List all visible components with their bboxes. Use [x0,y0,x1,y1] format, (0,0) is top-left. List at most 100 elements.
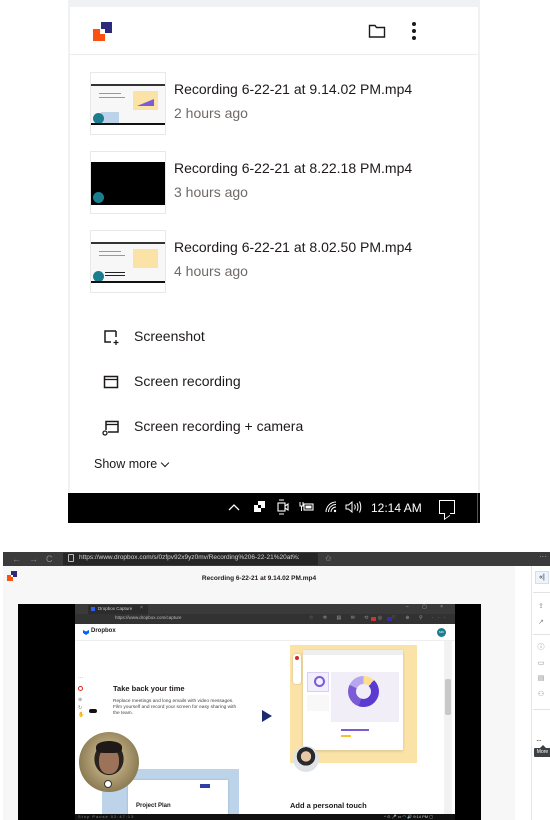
address-bar[interactable]: https://www.dropbox.com/s/0zfpv92x9yz0mv… [63,553,332,565]
dropbox-icon [83,630,89,635]
notification-icon[interactable] [439,500,455,514]
recording-title: Recording 6-22-21 at 9.14.02 PM.mp4 [174,81,413,97]
illustration [290,645,417,772]
donut-chart-graphic [348,676,379,707]
dropbox-brand: Dropbox [91,628,116,634]
screenshot-button[interactable]: Screenshot [102,325,402,349]
close-icon: × [140,605,143,611]
recording-item[interactable]: Recording 6-22-21 at 9.14.02 PM.mp4 2 ho… [90,72,460,136]
screen-recording-icon [102,373,120,391]
battery-icon[interactable] [299,501,315,516]
camera-toggle-icon [104,780,112,788]
recording-time: 4 hours ago [174,263,248,279]
refresh-icon: ↻ [78,705,83,711]
popup-header [70,7,478,55]
lock-icon [68,554,74,562]
screenshot-label: Screenshot [134,328,205,344]
recorded-screen: Dropbox Capture × – ▢ × https://www.drop… [75,604,455,820]
settings-icon: ⊛ [78,697,83,703]
divider [75,640,455,641]
windows-taskbar: 12:14 AM [68,493,480,523]
screen-recording-camera-label: Screen recording + camera [134,418,304,434]
screen-recording-button[interactable]: Screen recording [102,370,402,394]
tooltip-pill [89,709,97,713]
show-more-label: Show more [94,457,158,471]
section-heading: Add a personal touch [290,801,367,810]
taskbar-edge [477,493,478,523]
screen-recording-camera-button[interactable]: Screen recording + camera [102,415,402,439]
recording-item[interactable]: Recording 6-22-21 at 8.22.18 PM.mp4 3 ho… [90,151,460,215]
recording-time: 3 hours ago [174,184,248,200]
recording-title: Recording 6-22-21 at 8.02.50 PM.mp4 [174,239,413,255]
window-controls: – ▢ × [405,604,449,610]
recording-thumbnail [90,230,166,293]
recorded-address-bar: https://www.dropbox.com/capture ☆ ✲ ▤ ✉ … [75,614,455,624]
browser-toolbar: ← → C https://www.dropbox.com/s/0zfpv92x… [3,552,550,566]
info-icon[interactable]: ⓘ [536,643,546,653]
play-icon[interactable] [262,710,272,722]
recorded-taskbar: Stop Pause 02:47:13 ^ ⊙ 🎤 ▭ ◠ 🔊 9:14 PM … [75,814,455,820]
back-button[interactable]: ← [12,553,21,565]
users-icon[interactable]: ⚇ [536,690,546,700]
browser-menu-button[interactable]: ··· [539,552,547,561]
viewer-side-panel: «| ⇪ ↗ ⓘ ▭ ▤ ⚇ ··· More [531,566,550,820]
screenshot-icon [102,328,120,346]
show-more-button[interactable]: Show more [94,457,170,475]
recording-title: Recording 6-22-21 at 8.22.18 PM.mp4 [174,160,413,176]
reload-button[interactable]: C [46,553,53,565]
recorded-tabbar: Dropbox Capture × – ▢ × [75,604,455,614]
record-icon [78,686,83,691]
bars-thumbnail [307,695,329,711]
folder-icon[interactable] [368,23,386,39]
more-tooltip: More [534,745,550,757]
webcam-tray-icon[interactable] [276,499,290,518]
viewer-header: Recording 6-22-21 at 9.14.02 PM.mp4 [3,566,515,594]
tab-label: Dropbox Capture [98,606,133,611]
webcam-bubble [79,732,139,792]
recording-item[interactable]: Recording 6-22-21 at 8.02.50 PM.mp4 4 ho… [90,230,460,294]
capture-screen: Recording 6-22-21 at 9.14.02 PM.mp4 2 ho… [0,0,550,523]
file-title: Recording 6-22-21 at 9.14.02 PM.mp4 [201,575,317,582]
dropbox-capture-logo [93,22,112,41]
tab-favicon [91,607,95,611]
forward-button[interactable]: → [29,553,38,565]
hand-icon: ✋ [78,712,85,718]
more-button[interactable]: ··· [536,736,542,745]
donut-thumbnail [307,672,329,692]
volume-icon[interactable] [345,500,363,516]
taskbar-clock[interactable]: 12:14 AM [371,501,422,515]
browser-window: ← → C https://www.dropbox.com/s/0zfpv92x… [0,552,550,820]
screen-recording-label: Screen recording [134,373,241,389]
video-player[interactable]: Dropbox Capture × – ▢ × https://www.drop… [18,604,481,820]
open-external-icon[interactable]: ↗ [536,618,546,628]
share-badge [200,784,210,788]
person-avatar [293,746,319,772]
collapse-panel-button[interactable]: «| [535,571,549,584]
save-icon[interactable]: ▤ [536,674,546,684]
more-icon: ··· [78,675,83,681]
project-title: Project Plan [136,803,171,809]
recorded-tab: Dropbox Capture × [88,605,148,614]
avatar: MD [437,628,446,637]
recording-controls: Stop Pause 02:47:13 [78,814,135,819]
url-text: https://www.dropbox.com/s/0zfpv92x9yz0mv… [79,554,299,561]
recording-thumbnail [90,151,166,214]
wifi-icon[interactable] [324,501,338,516]
capture-popup: Recording 6-22-21 at 9.14.02 PM.mp4 2 ho… [70,7,478,493]
more-vertical-icon[interactable] [408,21,420,41]
recording-thumbnail [90,72,166,135]
extension-icons: ☆ ✲ ▤ ✉ ⟲ ◎ ♡ ⊕ ⚲ ··· [309,615,449,621]
dropbox-tray-icon[interactable] [254,501,265,515]
comment-icon[interactable]: ▭ [536,659,546,669]
recorded-scrollbar [444,641,452,814]
recorded-tray: ^ ⊙ 🎤 ▭ ◠ 🔊 9:14 PM ▢ [384,814,433,819]
share-icon[interactable]: ⇪ [536,602,546,612]
add-favorite-icon[interactable]: ✩ [325,554,332,563]
hero-paragraph: Replace meetings and long emails with vi… [113,699,237,717]
recorded-url: https://www.dropbox.com/capture [115,615,182,620]
chevron-up-icon[interactable] [228,501,240,515]
screen-camera-icon [102,418,120,436]
project-card: Project Plan [128,780,228,815]
chevron-down-icon [160,458,170,468]
recording-time: 2 hours ago [174,105,248,121]
